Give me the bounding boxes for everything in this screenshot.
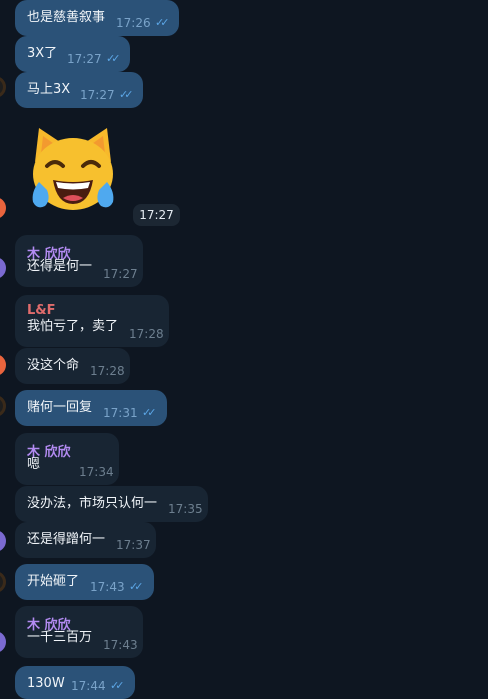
message-time: 17:27 <box>67 52 102 66</box>
double-check-icon: ✓✓ <box>110 679 125 692</box>
sender-avatar[interactable] <box>0 631 6 653</box>
message-bubble[interactable]: 木 欣欣 嗯 17:34 <box>15 433 119 485</box>
message-bubble[interactable]: 没办法，市场只认何一 17:35 <box>15 486 208 522</box>
message-time: 17:44 <box>71 679 106 693</box>
message-time: 17:27 <box>80 88 115 102</box>
message-text: 130W <box>27 676 65 691</box>
message-bubble[interactable]: 也是慈善叙事 17:26 ✓✓ <box>15 0 179 36</box>
message-text: 开始砸了 <box>27 574 80 589</box>
message-time: 17:28 <box>129 327 164 341</box>
message-text: 没办法，市场只认何一 <box>27 496 158 511</box>
message-text: 还得是何一 <box>27 259 93 274</box>
sender-avatar[interactable] <box>0 354 6 376</box>
sender-avatar[interactable] <box>0 197 6 219</box>
sender-avatar[interactable] <box>0 530 6 552</box>
message-text: 马上3X <box>27 82 71 97</box>
sticker-time: 17:27 <box>133 204 180 226</box>
message-time: 17:43 <box>103 638 138 652</box>
message-time: 17:28 <box>90 364 125 378</box>
sender-avatar[interactable] <box>0 257 6 279</box>
message-bubble[interactable]: 没这个命 17:28 <box>15 348 130 384</box>
message-bubble[interactable]: 3X了 17:27 ✓✓ <box>15 36 130 72</box>
message-bubble[interactable]: 130W 17:44 ✓✓ <box>15 666 135 699</box>
message-time: 17:31 <box>103 406 138 420</box>
message-bubble[interactable]: 开始砸了 17:43 ✓✓ <box>15 564 154 600</box>
message-bubble[interactable]: L&F 我怕亏了，卖了 17:28 <box>15 295 169 347</box>
message-time: 17:34 <box>79 465 114 479</box>
message-time: 17:26 <box>116 16 151 30</box>
message-text: 也是慈善叙事 <box>27 10 106 25</box>
sender-avatar[interactable] <box>0 76 6 98</box>
message-bubble[interactable]: 赌何一回复 17:31 ✓✓ <box>15 390 167 426</box>
double-check-icon: ✓✓ <box>142 406 157 419</box>
message-time: 17:43 <box>90 580 125 594</box>
sender-name[interactable]: L&F <box>27 303 56 318</box>
double-check-icon: ✓✓ <box>106 52 121 65</box>
message-time: 17:35 <box>168 502 203 516</box>
message-bubble[interactable]: 还是得蹭何一 17:37 <box>15 522 156 558</box>
message-bubble[interactable]: 马上3X 17:27 ✓✓ <box>15 72 143 108</box>
message-bubble[interactable]: 木 欣欣 还得是何一 17:27 <box>15 235 143 287</box>
message-text: 我怕亏了，卖了 <box>27 319 119 334</box>
message-bubble[interactable]: 木 欣欣 一千三百万 17:43 <box>15 606 143 658</box>
sender-avatar[interactable] <box>0 395 6 417</box>
sticker-message[interactable] <box>25 122 121 218</box>
message-text: 一千三百万 <box>27 630 93 645</box>
message-text: 还是得蹭何一 <box>27 532 106 547</box>
double-check-icon: ✓✓ <box>155 16 170 29</box>
crying-laughing-cat-icon <box>32 128 114 210</box>
message-text: 嗯 <box>27 457 41 472</box>
message-text: 赌何一回复 <box>27 400 93 415</box>
sender-avatar[interactable] <box>0 571 6 593</box>
double-check-icon: ✓✓ <box>129 580 144 593</box>
message-time: 17:37 <box>116 538 151 552</box>
message-text: 3X了 <box>27 46 58 61</box>
message-text: 没这个命 <box>27 358 80 373</box>
message-time: 17:27 <box>103 267 138 281</box>
double-check-icon: ✓✓ <box>119 88 134 101</box>
